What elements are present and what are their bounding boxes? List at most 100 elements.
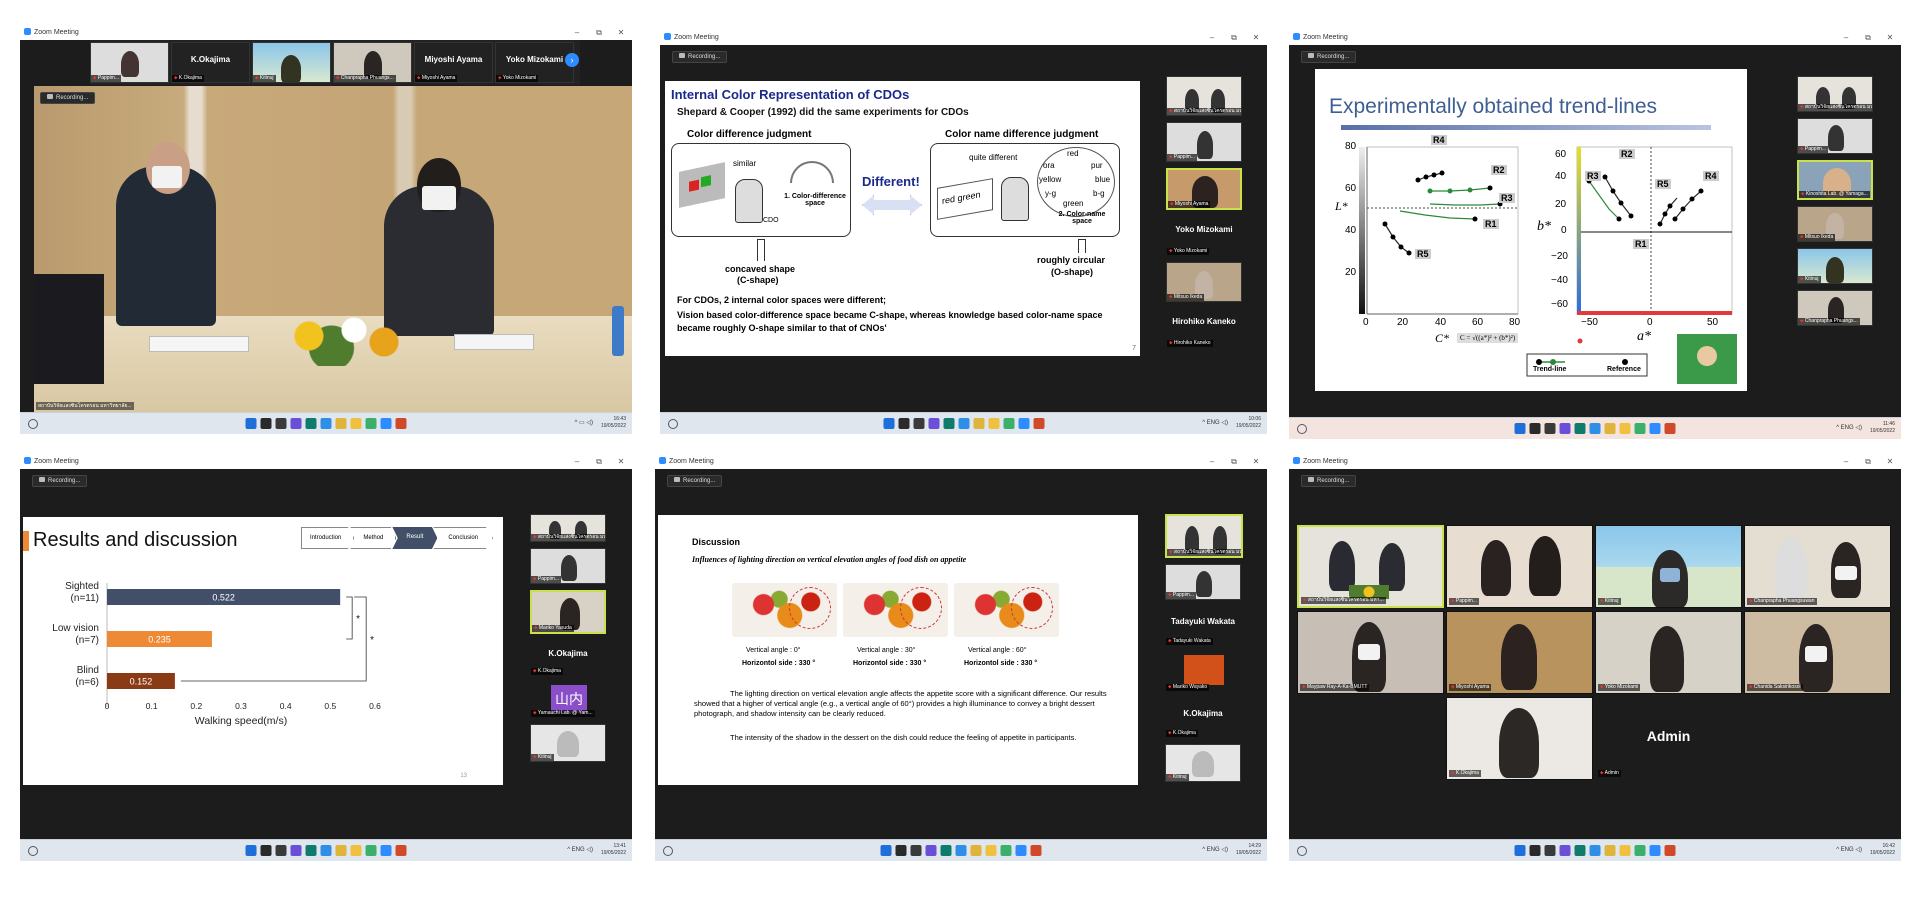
zoom-icon[interactable] — [1015, 845, 1027, 856]
start-icon[interactable] — [1514, 845, 1526, 856]
search-icon[interactable] — [1297, 846, 1307, 856]
widgets-icon[interactable] — [913, 418, 924, 429]
minimize-button[interactable]: – — [1201, 31, 1223, 45]
participant-tile[interactable]: Chanprapha Phuangsuwan — [1744, 525, 1891, 608]
maximize-button[interactable]: ⧉ — [1857, 455, 1879, 469]
language-indicator[interactable]: ENG — [1207, 847, 1220, 853]
powerpoint-icon[interactable] — [395, 418, 407, 429]
search-icon[interactable] — [28, 419, 38, 429]
chat-icon[interactable] — [1559, 845, 1571, 856]
participant-thumb[interactable]: สถาบันวิจัยแสงซินโครตรอน มหา... — [1797, 76, 1873, 112]
folder-icon[interactable] — [1619, 845, 1631, 856]
maximize-button[interactable]: ⧉ — [1223, 31, 1245, 45]
powerpoint-icon[interactable] — [1664, 423, 1676, 434]
close-button[interactable]: ✕ — [610, 455, 632, 469]
participant-thumb[interactable]: Kitinuj — [252, 42, 331, 83]
participant-tile[interactable]: K.Okajima — [1446, 697, 1593, 780]
edge-icon[interactable] — [940, 845, 952, 856]
edge-icon[interactable] — [1574, 845, 1586, 856]
maximize-button[interactable]: ⧉ — [1223, 455, 1245, 469]
language-indicator[interactable]: ENG — [572, 847, 585, 853]
participant-thumb[interactable]: Tadayuki Wakata Tadayuki Wakata — [1165, 606, 1241, 646]
zoom-icon[interactable] — [380, 418, 392, 429]
chrome-icon[interactable] — [1604, 845, 1616, 856]
tray-icons[interactable]: ^ ENG ◁) — [1202, 843, 1228, 857]
chrome-icon[interactable] — [973, 418, 984, 429]
participant-tile[interactable]: Admin Admin — [1595, 697, 1742, 780]
search-icon[interactable] — [28, 846, 38, 856]
tray-icons[interactable]: ^ ENG ◁) — [1836, 421, 1862, 435]
close-button[interactable]: ✕ — [1879, 31, 1901, 45]
edge-icon[interactable] — [305, 418, 317, 429]
maximize-button[interactable]: ⧉ — [588, 26, 610, 40]
powerpoint-icon[interactable] — [1033, 418, 1044, 429]
tray-icons[interactable]: ^ ENG ◁) — [1836, 843, 1862, 857]
close-button[interactable]: ✕ — [1879, 455, 1901, 469]
mail-icon[interactable] — [1589, 423, 1601, 434]
mail-icon[interactable] — [320, 845, 332, 856]
chrome-icon[interactable] — [335, 418, 347, 429]
minimize-button[interactable]: – — [566, 26, 588, 40]
next-page-arrow-icon[interactable]: › — [565, 53, 579, 67]
task-view-icon[interactable] — [895, 845, 907, 856]
participant-thumb[interactable]: Pappim... — [1165, 564, 1241, 600]
chrome-icon[interactable] — [970, 845, 982, 856]
folder-icon[interactable] — [1619, 423, 1631, 434]
widgets-icon[interactable] — [275, 418, 287, 429]
language-indicator[interactable]: ENG — [1841, 425, 1854, 431]
language-indicator[interactable]: ENG — [1207, 420, 1220, 426]
store-icon[interactable] — [365, 845, 377, 856]
participant-thumb[interactable]: Miyoshi Ayama Miyoshi Ayama — [414, 42, 493, 83]
chat-icon[interactable] — [925, 845, 937, 856]
participant-thumb[interactable]: K.Okajima K.Okajima — [1165, 698, 1241, 738]
participant-thumb-active[interactable]: สถาบันวิจัยแสงซินโครตรอน มหา... — [1165, 514, 1243, 558]
mail-icon[interactable] — [955, 845, 967, 856]
minimize-button[interactable]: – — [1835, 455, 1857, 469]
task-view-icon[interactable] — [898, 418, 909, 429]
close-button[interactable]: ✕ — [1245, 455, 1267, 469]
powerpoint-icon[interactable] — [395, 845, 407, 856]
participant-thumb[interactable]: Kitinuj — [530, 724, 606, 762]
participant-thumb[interactable]: Chanprapha Phuangs... — [1797, 290, 1873, 326]
participant-tile[interactable]: Pappim... — [1446, 525, 1593, 608]
tray-icons[interactable]: ^ ▭ ◁) — [575, 416, 593, 430]
start-icon[interactable] — [245, 418, 257, 429]
folder-icon[interactable] — [988, 418, 999, 429]
folder-icon[interactable] — [985, 845, 997, 856]
participant-tile[interactable]: Maypaw Ray-A-Ka-BMUTT — [1297, 611, 1444, 694]
minimize-button[interactable]: – — [566, 455, 588, 469]
participant-thumb[interactable]: Pappim... — [1166, 122, 1242, 162]
participant-thumb-active[interactable]: Kinoshita Lab. @ Yamaga... — [1797, 160, 1873, 200]
store-icon[interactable] — [1634, 423, 1646, 434]
tray-icons[interactable]: ^ ENG ◁) — [567, 843, 593, 857]
edge-icon[interactable] — [1574, 423, 1586, 434]
participant-thumb-active[interactable]: Mariko Yasuda — [530, 590, 606, 634]
mail-icon[interactable] — [320, 418, 332, 429]
widgets-icon[interactable] — [1544, 845, 1556, 856]
start-icon[interactable] — [1514, 423, 1526, 434]
task-view-icon[interactable] — [1529, 845, 1541, 856]
maximize-button[interactable]: ⧉ — [1857, 31, 1879, 45]
tray-icons[interactable]: ^ ENG ◁) — [1202, 416, 1228, 430]
participant-thumb[interactable]: Pappim... — [530, 548, 606, 584]
participant-thumb[interactable]: K.Okajima K.Okajima — [171, 42, 250, 83]
powerpoint-icon[interactable] — [1030, 845, 1042, 856]
language-indicator[interactable]: ENG — [1841, 847, 1854, 853]
chrome-icon[interactable] — [1604, 423, 1616, 434]
search-icon[interactable] — [668, 419, 678, 429]
folder-icon[interactable] — [350, 845, 362, 856]
participant-tile[interactable]: Chanida Saksirikosol — [1744, 611, 1891, 694]
task-view-icon[interactable] — [1529, 423, 1541, 434]
edge-icon[interactable] — [943, 418, 954, 429]
start-icon[interactable] — [880, 845, 892, 856]
store-icon[interactable] — [1003, 418, 1014, 429]
close-button[interactable]: ✕ — [610, 26, 632, 40]
participant-tile[interactable]: Miyoshi Ayama — [1446, 611, 1593, 694]
participant-thumb[interactable]: Mitsuo Ikeda — [1797, 206, 1873, 242]
participant-thumb[interactable]: Kitinuj — [1165, 744, 1241, 782]
mail-icon[interactable] — [958, 418, 969, 429]
minimize-button[interactable]: – — [1201, 455, 1223, 469]
maximize-button[interactable]: ⧉ — [588, 455, 610, 469]
chat-icon[interactable] — [1559, 423, 1571, 434]
participant-thumb[interactable]: Pappim... — [90, 42, 169, 83]
